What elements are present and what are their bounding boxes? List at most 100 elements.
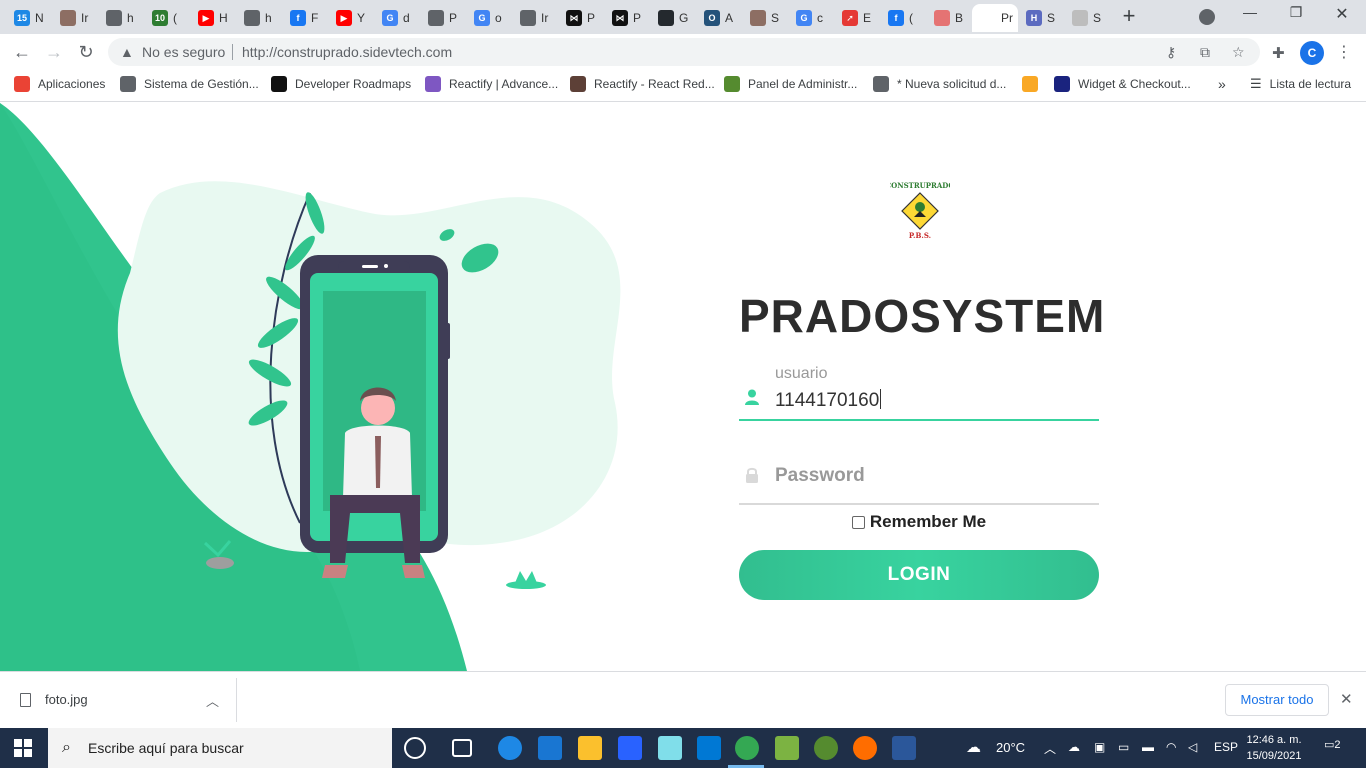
close-window-button[interactable]: ✕ bbox=[1332, 4, 1352, 24]
download-item[interactable]: foto.jpg bbox=[20, 692, 88, 707]
browser-tab[interactable]: Ir bbox=[512, 4, 556, 32]
browser-tab[interactable]: h bbox=[98, 4, 142, 32]
address-bar[interactable]: ▲ No es seguro http://construprado.sidev… bbox=[108, 38, 1260, 66]
browser-tab[interactable]: Gd bbox=[374, 4, 418, 32]
username-input[interactable]: 1144170160 bbox=[775, 389, 882, 412]
reading-list-label: Lista de lectura bbox=[1269, 77, 1352, 91]
browser-tab[interactable]: S bbox=[1064, 4, 1108, 32]
reading-list-button[interactable]: ☰ Lista de lectura bbox=[1250, 76, 1351, 92]
remember-checkbox[interactable] bbox=[851, 515, 865, 529]
browser-tab[interactable]: f( bbox=[880, 4, 924, 32]
chrome-icon[interactable] bbox=[735, 736, 759, 760]
windows-start-icon[interactable] bbox=[14, 739, 32, 757]
browser-tab[interactable]: Ir bbox=[52, 4, 96, 32]
battery-icon[interactable]: ▬ bbox=[1142, 740, 1154, 754]
browser-tab[interactable]: HS bbox=[1018, 4, 1062, 32]
forward-button[interactable]: → bbox=[42, 41, 66, 65]
cortana-icon[interactable] bbox=[404, 737, 426, 759]
bookmark-item[interactable]: Panel de Administr... bbox=[724, 76, 857, 92]
browser-tab[interactable]: 15 N bbox=[6, 4, 50, 32]
username-field[interactable]: usuario 1144170160 bbox=[739, 361, 1099, 421]
new-tab-button[interactable]: + bbox=[1118, 5, 1140, 28]
bookmark-item[interactable]: * Nueva solicitud d... bbox=[873, 76, 1006, 92]
extensions-icon[interactable]: ✚ bbox=[1272, 44, 1285, 62]
security-label[interactable]: No es seguro bbox=[142, 44, 225, 60]
url-text[interactable]: http://construprado.sidevtech.com bbox=[242, 44, 452, 60]
taskbar-search[interactable]: ⌕ Escribe aquí para buscar bbox=[48, 728, 392, 768]
bookmarks-bar: » ☰ Lista de lectura Aplicaciones Sistema… bbox=[0, 70, 1366, 102]
bookmark-item[interactable]: Reactify - React Red... bbox=[570, 76, 715, 92]
clock[interactable]: 12:46 a. m. 15/09/2021 bbox=[1242, 732, 1306, 764]
bookmark-item[interactable]: Developer Roadmaps bbox=[271, 76, 411, 92]
tab-favicon-icon: ▶ bbox=[336, 10, 352, 26]
remember-me[interactable]: Remember Me bbox=[739, 512, 1099, 532]
browser-tab[interactable]: ▶ Y bbox=[328, 4, 372, 32]
bookmark-item[interactable]: Aplicaciones bbox=[14, 76, 105, 92]
temperature[interactable]: 20°C bbox=[996, 740, 1025, 755]
warning-icon[interactable]: ▲ bbox=[120, 44, 134, 60]
chevron-up-icon[interactable]: ︿ bbox=[206, 691, 219, 710]
browser-tab[interactable]: Pr✕ bbox=[972, 4, 1018, 32]
password-input[interactable]: Password bbox=[775, 465, 865, 487]
back-button[interactable]: ← bbox=[10, 41, 34, 65]
device-icon[interactable]: ▣ bbox=[1094, 740, 1105, 754]
onedrive-icon[interactable]: ☁ bbox=[1068, 740, 1080, 754]
tab-favicon-icon bbox=[106, 10, 122, 26]
translate-icon[interactable]: ⧉ bbox=[1200, 44, 1210, 61]
bookmark-star-icon[interactable]: ☆ bbox=[1232, 44, 1245, 61]
browser-tab[interactable]: 10 ( bbox=[144, 4, 188, 32]
tab-title: S bbox=[1093, 11, 1102, 25]
bookmark-item[interactable]: Reactify | Advance... bbox=[425, 76, 558, 92]
browser-tab[interactable]: Go bbox=[466, 4, 510, 32]
bookmark-favicon-icon bbox=[14, 76, 30, 92]
reload-button[interactable]: ↻ bbox=[74, 41, 98, 65]
login-button[interactable]: LOGIN bbox=[739, 550, 1099, 600]
app-icon-green[interactable] bbox=[775, 736, 799, 760]
browser-tab[interactable]: S bbox=[742, 4, 786, 32]
app-icon[interactable] bbox=[658, 736, 682, 760]
clock-time: 12:46 a. m. bbox=[1246, 734, 1302, 746]
edge-icon[interactable] bbox=[498, 736, 522, 760]
chevron-up-icon[interactable]: ︿ bbox=[1044, 740, 1056, 757]
browser-tab[interactable]: G bbox=[650, 4, 694, 32]
display-icon[interactable]: ▭ bbox=[1118, 740, 1129, 754]
task-view-icon[interactable] bbox=[452, 739, 472, 757]
language-indicator[interactable]: ESP bbox=[1214, 740, 1238, 754]
notification-center[interactable]: ▭2 bbox=[1324, 738, 1346, 756]
profile-avatar[interactable]: C bbox=[1300, 41, 1324, 65]
minimize-button[interactable]: — bbox=[1240, 4, 1260, 20]
browser-tab[interactable]: h bbox=[236, 4, 280, 32]
heidisql-icon[interactable] bbox=[814, 736, 838, 760]
browser-tab[interactable]: ▶ H bbox=[190, 4, 234, 32]
close-icon[interactable]: ✕ bbox=[1340, 690, 1353, 708]
weather-icon[interactable]: ☁ bbox=[966, 738, 981, 756]
tab-search-icon[interactable] bbox=[1199, 9, 1215, 25]
store-icon[interactable] bbox=[618, 736, 642, 760]
password-field[interactable]: Password bbox=[739, 445, 1099, 505]
bookmark-item[interactable] bbox=[1022, 76, 1038, 92]
key-icon[interactable]: ⚷ bbox=[1166, 44, 1176, 61]
browser-tab[interactable]: P bbox=[420, 4, 464, 32]
browser-tab[interactable]: B bbox=[926, 4, 970, 32]
file-explorer-icon[interactable] bbox=[578, 736, 602, 760]
word-icon[interactable] bbox=[892, 736, 916, 760]
browser-tab[interactable]: ➚ E bbox=[834, 4, 878, 32]
browser-tab[interactable]: ⋈ P bbox=[604, 4, 648, 32]
volume-icon[interactable]: ◁ bbox=[1188, 740, 1197, 754]
restore-button[interactable]: ❐ bbox=[1286, 4, 1306, 21]
downloads-bar: foto.jpg ︿ Mostrar todo ✕ bbox=[0, 671, 1366, 728]
bookmark-item[interactable]: Widget & Checkout... bbox=[1054, 76, 1191, 92]
browser-tab[interactable]: Gc bbox=[788, 4, 832, 32]
browser-tab[interactable]: fF bbox=[282, 4, 326, 32]
browser-tab[interactable]: ⋈ P bbox=[558, 4, 602, 32]
show-all-button[interactable]: Mostrar todo bbox=[1225, 684, 1329, 716]
bookmark-item[interactable]: Sistema de Gestión... bbox=[120, 76, 259, 92]
bookmarks-overflow-button[interactable]: » bbox=[1218, 76, 1226, 92]
search-placeholder: Escribe aquí para buscar bbox=[88, 740, 244, 756]
postman-icon[interactable] bbox=[853, 736, 877, 760]
menu-icon[interactable]: ⋮ bbox=[1336, 42, 1352, 62]
mail-icon[interactable] bbox=[538, 736, 562, 760]
vscode-icon[interactable] bbox=[697, 736, 721, 760]
wifi-icon[interactable]: ◠ bbox=[1166, 740, 1176, 754]
browser-tab[interactable]: OA bbox=[696, 4, 740, 32]
